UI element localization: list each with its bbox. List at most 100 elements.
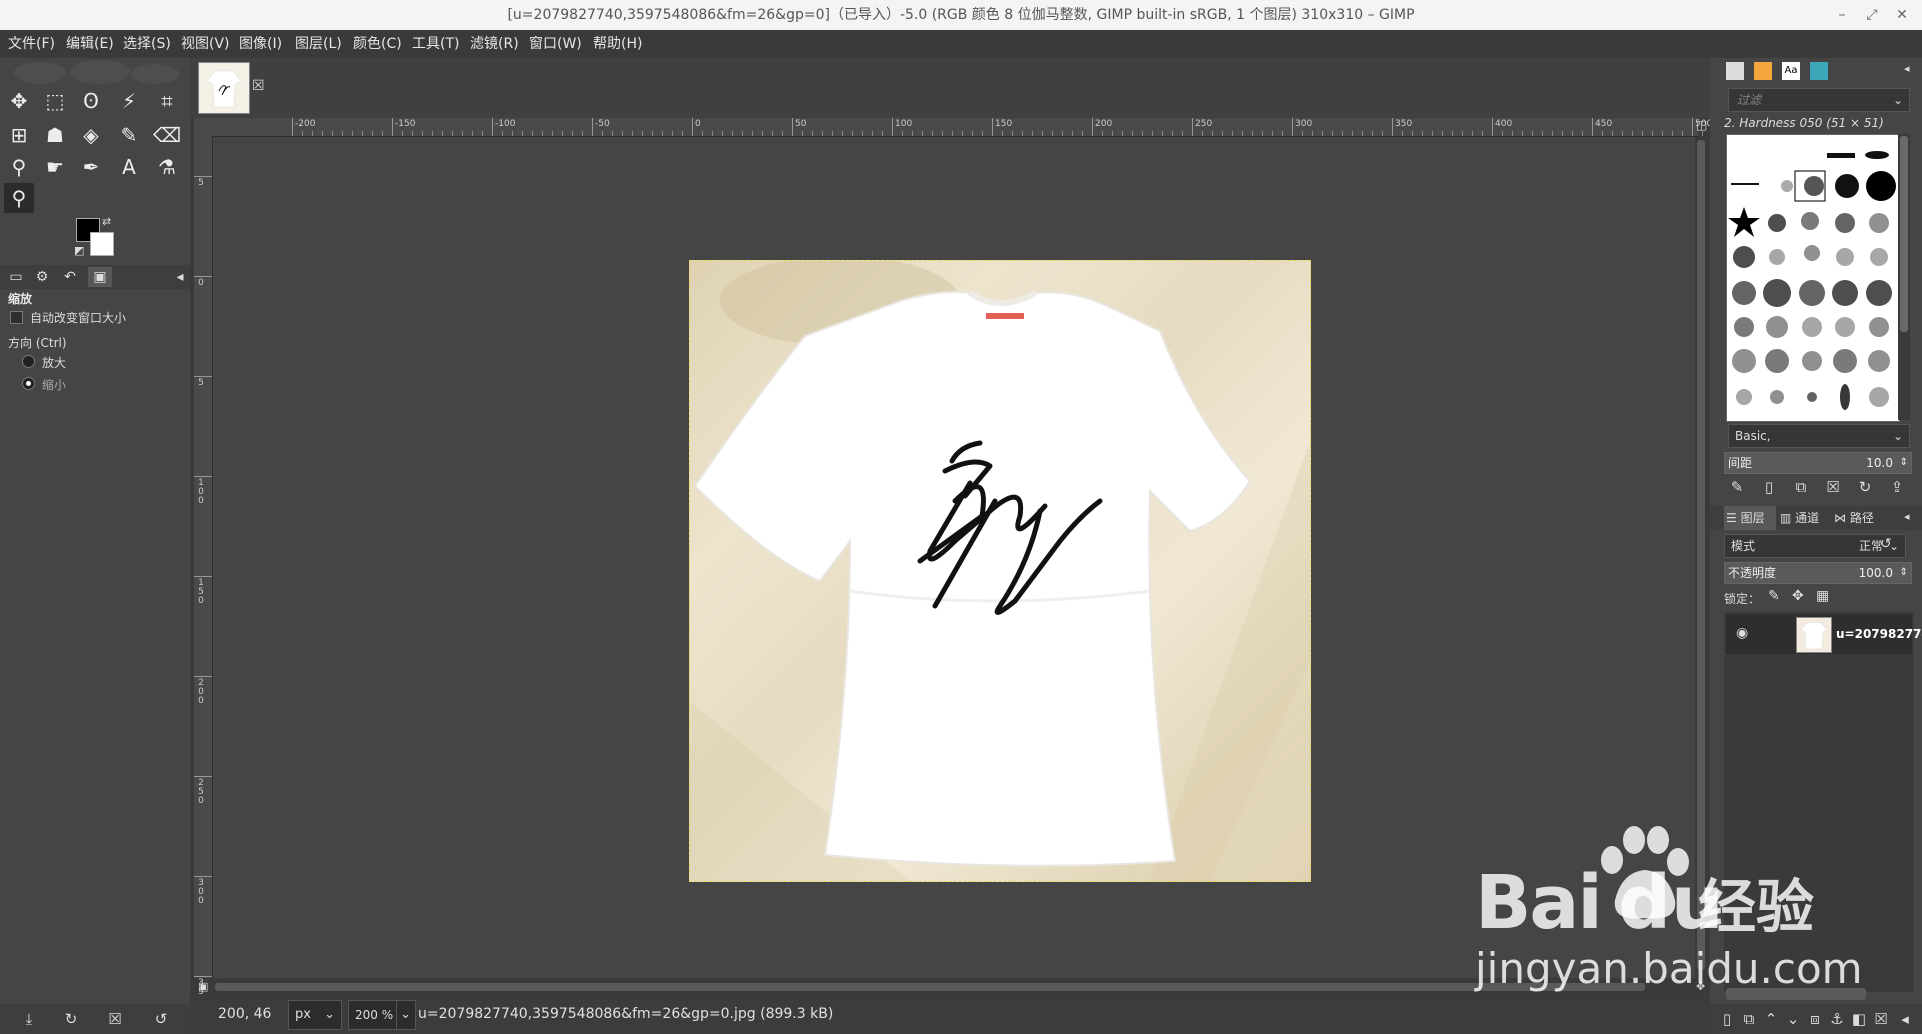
menu-edit[interactable]: 编辑(E) — [66, 34, 114, 54]
eraser-tool-icon[interactable]: ⌫ — [152, 120, 182, 150]
lock-alpha-icon[interactable]: ▦ — [1816, 588, 1829, 604]
brushes-tab-icon[interactable] — [1726, 62, 1744, 80]
brush-filter-input[interactable]: 过滤 ⌄ — [1728, 88, 1910, 112]
layer-mode-reset-icon[interactable]: ↺ — [1880, 536, 1892, 552]
fonts-tab-icon[interactable]: Aa — [1782, 62, 1800, 80]
reset-colors-icon[interactable]: ◩ — [74, 244, 84, 257]
reset-options-icon[interactable]: ↺ — [150, 1010, 172, 1030]
image-canvas[interactable] — [689, 260, 1311, 882]
lock-position-icon[interactable]: ✥ — [1792, 588, 1804, 604]
layer-mode-select[interactable]: 模式 正常 ⌄ — [1724, 534, 1906, 558]
horizontal-scroll-thumb[interactable] — [215, 983, 1645, 991]
free-select-tool-icon[interactable]: ʘ — [76, 86, 106, 116]
lower-layer-icon[interactable]: ⌄ — [1782, 1008, 1804, 1030]
menu-colors[interactable]: 颜色(C) — [353, 34, 402, 54]
patterns-tab-icon[interactable] — [1754, 62, 1772, 80]
paintbrush-tool-icon[interactable]: ✎ — [114, 120, 144, 150]
anchor-layer-icon[interactable]: ⚓ — [1826, 1008, 1848, 1030]
swap-colors-icon[interactable]: ⇄ — [102, 215, 111, 228]
zoom-fit-icon[interactable]: ◫ — [1696, 118, 1707, 132]
delete-options-icon[interactable]: ☒ — [104, 1010, 126, 1030]
device-status-tab-icon[interactable]: ⚙ — [30, 267, 54, 287]
quick-mask-icon[interactable]: ▣ — [198, 980, 208, 993]
images-tab-icon[interactable] — [1810, 62, 1828, 80]
configure-tab-icon[interactable]: ◂ — [1904, 510, 1910, 523]
menu-windows[interactable]: 窗口(W) — [529, 34, 582, 54]
duplicate-layer-icon[interactable]: ⧈ — [1804, 1008, 1826, 1030]
move-tool-icon[interactable]: ✥ — [4, 86, 34, 116]
undo-history-tab-icon[interactable]: ↶ — [58, 267, 82, 287]
spacing-slider[interactable]: 间距 10.0 ⇕ — [1724, 452, 1912, 474]
ruler-minor-tick — [962, 131, 963, 136]
spin-icon[interactable]: ⇕ — [1900, 563, 1908, 583]
raise-layer-icon[interactable]: ⌃ — [1760, 1008, 1782, 1030]
close-button[interactable]: ✕ — [1892, 6, 1912, 24]
lock-pixels-icon[interactable]: ✎ — [1768, 588, 1780, 604]
rect-select-tool-icon[interactable]: ⬚ — [40, 86, 70, 116]
zoom-out-radio[interactable] — [22, 377, 35, 390]
eye-icon[interactable]: ◉ — [1736, 625, 1748, 641]
new-group-icon[interactable]: ⧉ — [1738, 1008, 1760, 1030]
duplicate-brush-icon[interactable]: ⧉ — [1790, 476, 1812, 498]
configure-tab-icon[interactable]: ◂ — [1904, 62, 1910, 75]
menu-tools[interactable]: 工具(T) — [412, 34, 459, 54]
bucket-fill-tool-icon[interactable]: ◈ — [76, 120, 106, 150]
layer-menu-icon[interactable]: ◂ — [1894, 1008, 1916, 1030]
menu-select[interactable]: 选择(S) — [123, 34, 171, 54]
zoom-select[interactable]: 200 % ⌄ — [348, 1000, 416, 1030]
ruler-minor-tick — [1272, 131, 1273, 136]
menu-help[interactable]: 帮助(H) — [593, 34, 642, 54]
menu-layer[interactable]: 图层(L) — [295, 34, 342, 54]
opacity-slider[interactable]: 不透明度 100.0 ⇕ — [1724, 562, 1912, 584]
ruler-minor-tick — [1322, 131, 1323, 136]
ruler-minor-tick — [1352, 131, 1353, 136]
clone-tool-icon[interactable]: ⚲ — [4, 152, 34, 182]
horizontal-ruler[interactable]: -200 -150 -100 -50 0 50 100 150 200 250 300 350 400 4… — [212, 118, 1783, 137]
minimize-button[interactable]: – — [1832, 6, 1852, 24]
ruler-minor-tick — [752, 131, 753, 136]
edit-brush-icon[interactable]: ✎ — [1726, 476, 1748, 498]
tab-paths[interactable]: ⋈ 路径 — [1834, 506, 1890, 530]
brush-grid[interactable] — [1726, 134, 1900, 422]
save-options-icon[interactable]: ⤓ — [18, 1010, 40, 1030]
new-brush-icon[interactable]: ▯ — [1758, 476, 1780, 498]
spin-icon[interactable]: ⇕ — [1900, 453, 1908, 473]
tool-options-tab-icon[interactable]: ▭ — [4, 267, 28, 287]
menu-view[interactable]: 视图(V) — [181, 34, 230, 54]
crop-tool-icon[interactable]: ⌗ — [152, 86, 182, 116]
background-color[interactable] — [90, 232, 114, 256]
open-brush-icon[interactable]: ⇪ — [1886, 476, 1908, 498]
images-tab-icon[interactable]: ▣ — [88, 267, 112, 287]
maximize-button[interactable]: ⤢ — [1862, 6, 1882, 24]
zoom-tool-icon[interactable]: ⚲ — [4, 183, 34, 213]
ruler-minor-tick — [472, 131, 473, 136]
delete-brush-icon[interactable]: ☒ — [1822, 476, 1844, 498]
tab-layers[interactable]: ☰ 图层 — [1724, 506, 1776, 530]
menu-image[interactable]: 图像(I) — [239, 34, 282, 54]
image-tab-thumbnail[interactable] — [198, 62, 250, 114]
refresh-brushes-icon[interactable]: ↻ — [1854, 476, 1876, 498]
brush-tag-select[interactable]: Basic, ⌄ — [1728, 424, 1910, 448]
tab-channels[interactable]: ▥ 通道 — [1780, 506, 1832, 530]
zoom-in-radio[interactable] — [22, 355, 35, 368]
transform-tool-icon[interactable]: ⊞ — [4, 120, 34, 150]
vertical-ruler[interactable]: 505100150200250300350 — [194, 136, 213, 1006]
warp-tool-icon[interactable]: ☗ — [40, 120, 70, 150]
auto-resize-checkbox[interactable] — [10, 311, 23, 324]
fuzzy-select-tool-icon[interactable]: ⚡ — [114, 86, 144, 116]
brush-scroll-thumb[interactable] — [1900, 136, 1908, 332]
ruler-minor-tick — [1612, 131, 1613, 136]
new-layer-icon[interactable]: ▯ — [1716, 1008, 1738, 1030]
color-picker-tool-icon[interactable]: ⚗ — [152, 152, 182, 182]
text-tool-icon[interactable]: A — [114, 152, 144, 182]
configure-tab-icon[interactable]: ◂ — [168, 267, 192, 287]
paths-tool-icon[interactable]: ✒ — [76, 152, 106, 182]
delete-layer-icon[interactable]: ☒ — [1870, 1008, 1892, 1030]
unit-select[interactable]: px ⌄ — [288, 1000, 342, 1030]
close-tab-icon[interactable]: ☒ — [252, 78, 265, 94]
menu-file[interactable]: 文件(F) — [8, 34, 55, 54]
smudge-tool-icon[interactable]: ☛ — [40, 152, 70, 182]
menu-filters[interactable]: 滤镜(R) — [470, 34, 519, 54]
mask-layer-icon[interactable]: ◧ — [1848, 1008, 1870, 1030]
restore-options-icon[interactable]: ↻ — [60, 1010, 82, 1030]
